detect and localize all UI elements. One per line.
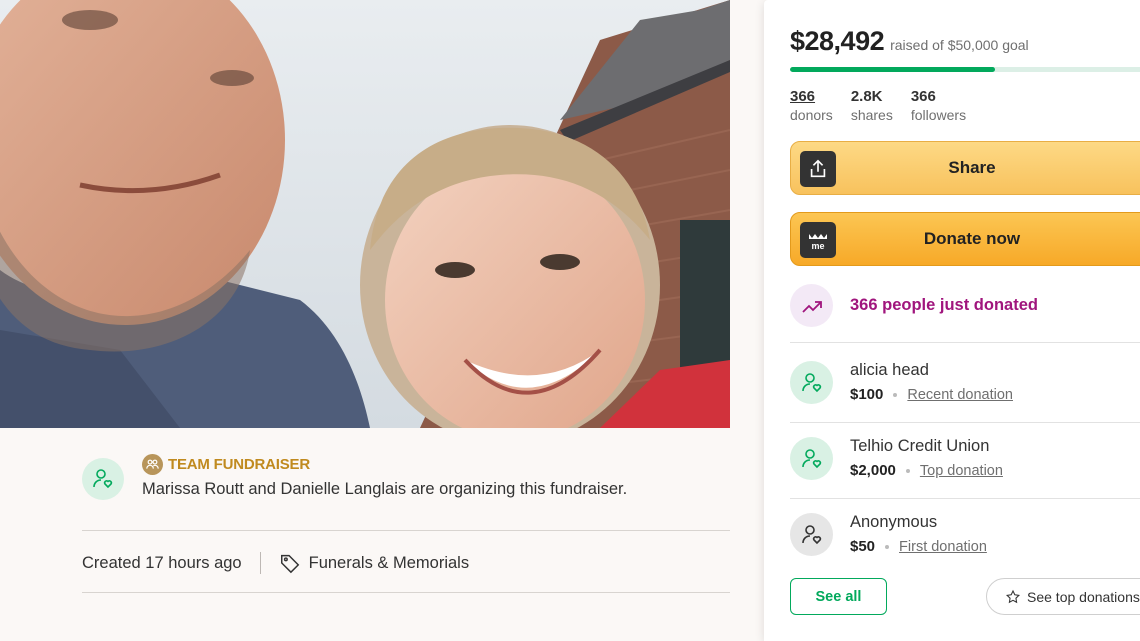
recent-activity-text: 366 people just donated [850, 296, 1038, 314]
team-fundraiser-badge: TEAM FUNDRAISER [142, 452, 730, 476]
separator-dot [893, 392, 898, 397]
stat-value[interactable]: 366 [790, 88, 833, 106]
svg-text:me: me [811, 241, 824, 251]
donate-label: Donate now [923, 229, 1021, 248]
stat-donors[interactable]: 366 donors [790, 88, 833, 124]
see-all-button[interactable]: See all [790, 578, 887, 615]
donation-amount: $2,000 [850, 462, 896, 479]
share-button[interactable]: Share [790, 141, 1140, 195]
team-fundraiser-label: TEAM FUNDRAISER [168, 455, 310, 473]
donor-name: Telhio Credit Union [850, 437, 990, 455]
donor-name: Anonymous [850, 513, 938, 531]
stat-shares: 2.8K shares [851, 88, 893, 124]
recent-activity: 366 people just donated [790, 284, 1038, 327]
person-heart-icon [790, 513, 833, 556]
gofundme-logo-icon: me [800, 222, 836, 258]
organizer-description: Marissa Routt and Danielle Langlais are … [142, 480, 628, 498]
trending-up-icon [790, 284, 833, 327]
separator-dot [905, 468, 910, 473]
divider [259, 552, 261, 574]
stat-value: 366 [910, 88, 936, 105]
person-heart-icon [82, 458, 124, 500]
share-label: Share [948, 158, 996, 177]
donation-item: Anonymous $50 First donation [790, 513, 1140, 573]
donation-type-link[interactable]: First donation [899, 539, 987, 555]
divider [790, 342, 1140, 343]
created-date: Created 17 hours ago [82, 553, 242, 572]
donation-type-link[interactable]: Recent donation [907, 387, 1013, 403]
stat-followers: 366 followers [911, 88, 966, 124]
see-top-donations-label: See top donations [1027, 588, 1140, 605]
stat-label: donors [790, 107, 833, 123]
category-link[interactable]: Funerals & Memorials [309, 554, 469, 573]
campaign-stats: 366 donors 2.8K shares 366 followers [790, 88, 966, 124]
donation-amount: $100 [850, 386, 884, 403]
divider [790, 498, 1140, 499]
separator-dot [885, 544, 890, 549]
progress-bar [790, 67, 1140, 72]
campaign-hero-photo [0, 0, 730, 428]
campaign-meta: Created 17 hours ago Funerals & Memorial… [82, 548, 469, 578]
donation-type-link[interactable]: Top donation [920, 463, 1003, 479]
divider [790, 422, 1140, 423]
progress-fill [790, 67, 996, 72]
divider [82, 592, 730, 593]
see-top-donations-button[interactable]: See top donations [986, 578, 1140, 615]
stat-value: 2.8K [850, 88, 883, 105]
raised-summary: $28,492 raised of $50,000 goal [790, 26, 1029, 57]
goal-text: raised of $50,000 goal [890, 37, 1029, 53]
person-heart-icon [790, 437, 833, 480]
donation-item: Telhio Credit Union $2,000 Top donation [790, 437, 1140, 497]
stat-label: shares [850, 107, 893, 123]
star-icon [1005, 589, 1021, 605]
donation-amount: $50 [850, 538, 876, 555]
share-upload-icon [800, 151, 836, 187]
divider [82, 530, 730, 531]
donate-button[interactable]: me Donate now [790, 212, 1140, 266]
team-icon [142, 453, 163, 475]
donor-name: alicia head [850, 361, 929, 379]
stat-label: followers [910, 107, 967, 123]
donation-sidebar-card: $28,492 raised of $50,000 goal 366 donor… [764, 0, 1140, 641]
raised-amount: $28,492 [790, 26, 885, 56]
person-heart-icon [790, 361, 833, 404]
tag-icon [279, 552, 301, 574]
donation-item: alicia head $100 Recent donation [790, 361, 1140, 421]
